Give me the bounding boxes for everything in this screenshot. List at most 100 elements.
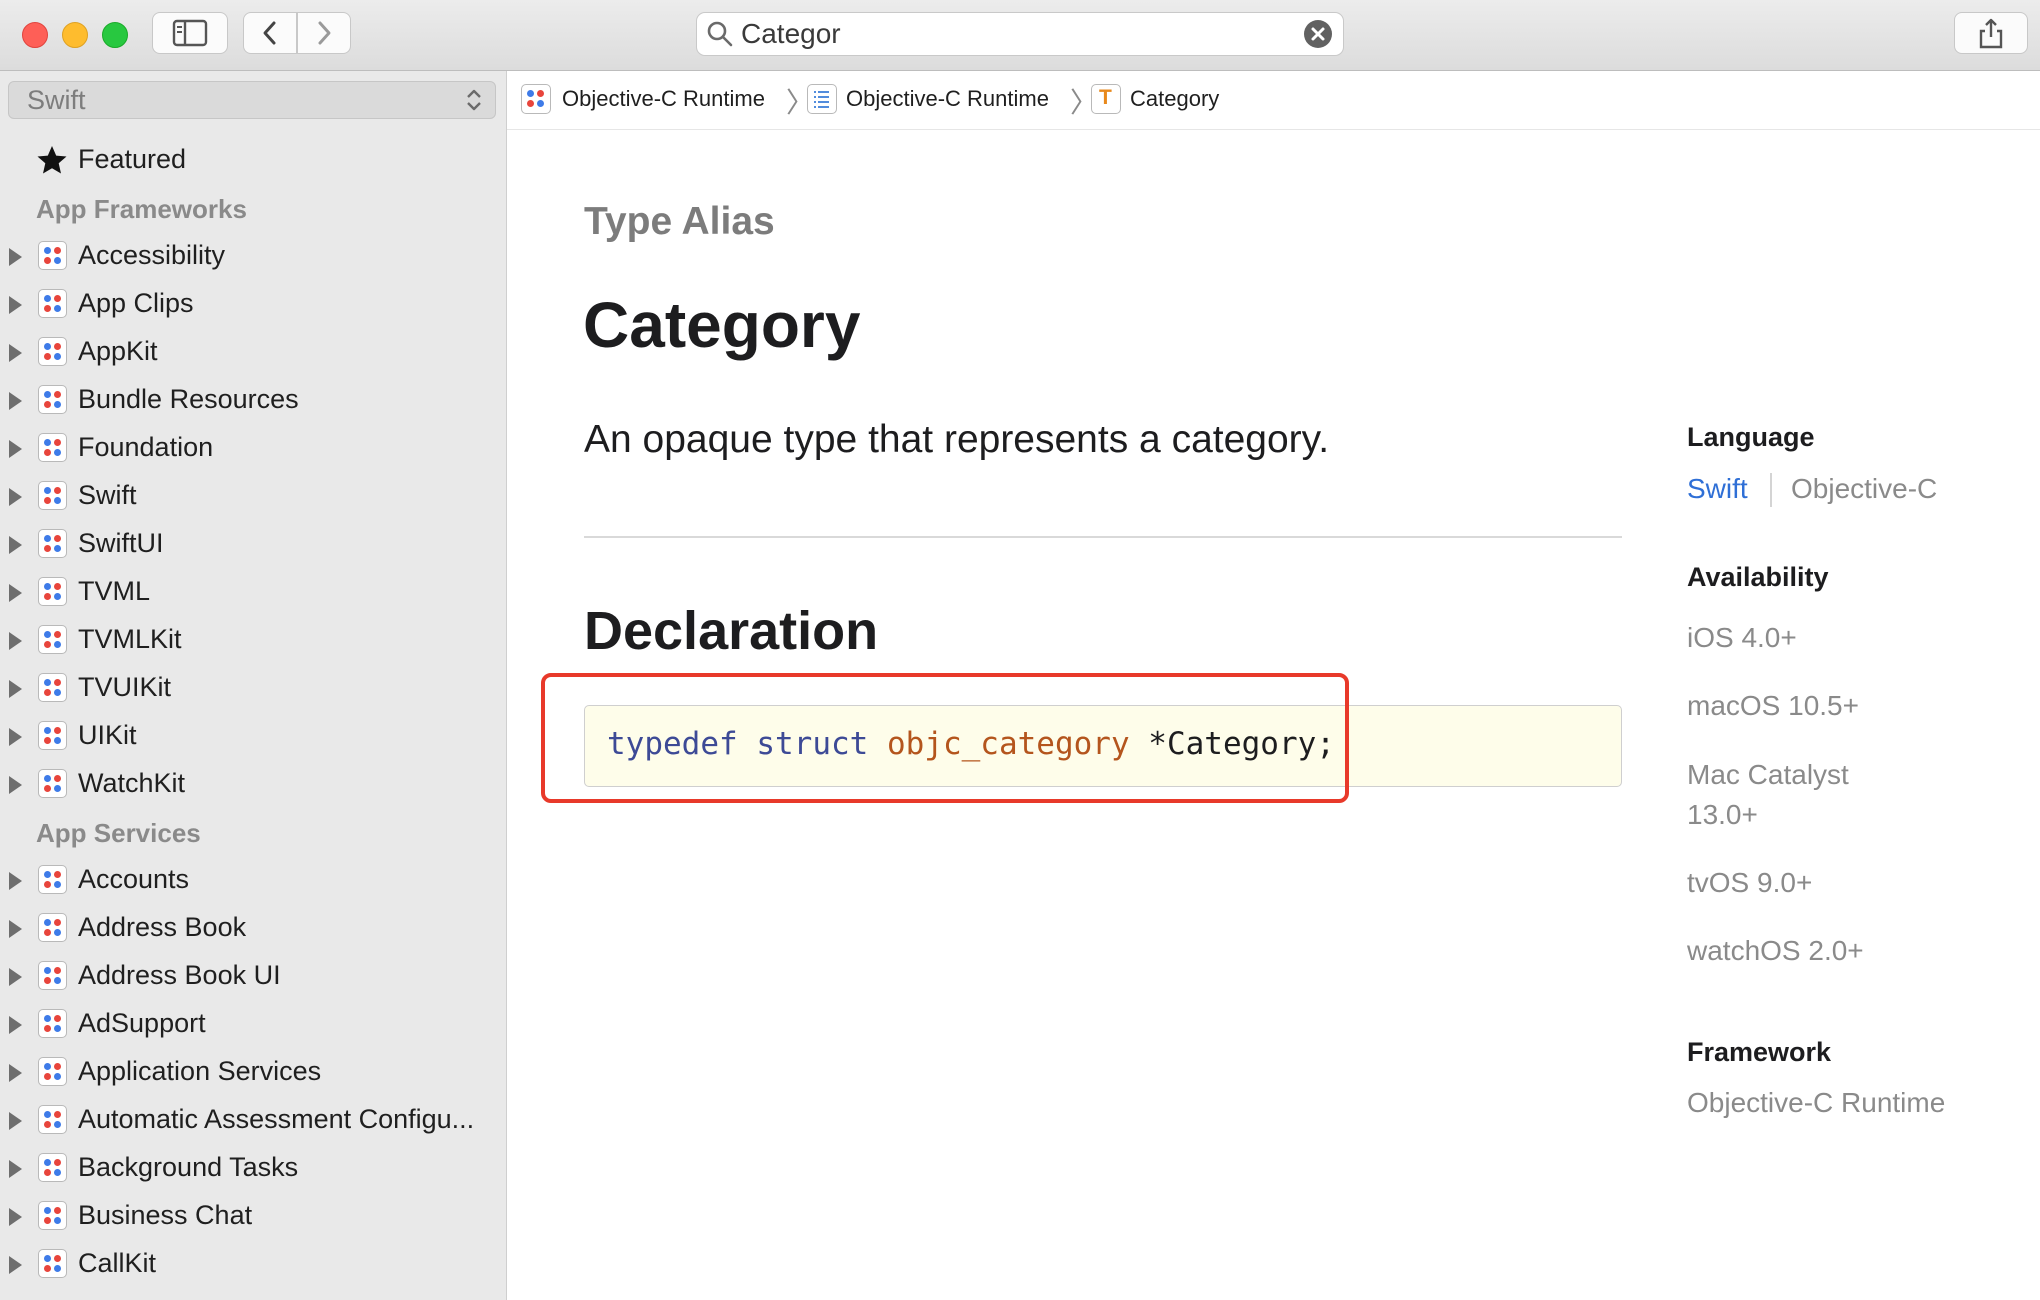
framework-icon xyxy=(38,1153,67,1182)
framework-icon xyxy=(38,721,67,750)
sidebar-item-business-chat[interactable]: Business Chat xyxy=(0,1192,506,1240)
disclosure-triangle-icon[interactable] xyxy=(9,440,22,458)
language-selector[interactable]: Swift xyxy=(8,81,496,119)
disclosure-triangle-icon[interactable] xyxy=(9,1208,22,1226)
sidebar-item-label: Accounts xyxy=(78,864,190,894)
disclosure-triangle-icon[interactable] xyxy=(9,248,22,266)
sidebar-item-adsupport[interactable]: AdSupport xyxy=(0,1000,506,1048)
disclosure-triangle-icon[interactable] xyxy=(9,1256,22,1274)
sidebar-item-tvuikit[interactable]: TVUIKit xyxy=(0,664,506,712)
back-button[interactable] xyxy=(243,12,297,54)
language-selector-value: Swift xyxy=(27,85,86,115)
availability-heading: Availability xyxy=(1687,562,1829,592)
share-button[interactable] xyxy=(1954,12,2028,54)
annotation-highlight-box xyxy=(541,673,1349,803)
sidebar-item-tvmlkit[interactable]: TVMLKit xyxy=(0,616,506,664)
toggle-sidebar-button[interactable] xyxy=(152,12,228,54)
sidebar-item-label: AdSupport xyxy=(78,1008,206,1038)
symbol-kind-eyebrow: Type Alias xyxy=(584,200,775,243)
framework-value[interactable]: Objective-C Runtime xyxy=(1687,1087,1945,1119)
language-objc-link[interactable]: Objective-C xyxy=(1791,473,1937,505)
sidebar-item-accessibility[interactable]: Accessibility xyxy=(0,232,506,280)
disclosure-triangle-icon[interactable] xyxy=(9,296,22,314)
disclosure-triangle-icon[interactable] xyxy=(9,776,22,794)
framework-icon xyxy=(521,84,551,114)
disclosure-triangle-icon[interactable] xyxy=(9,488,22,506)
framework-icon xyxy=(38,241,67,270)
framework-icon xyxy=(38,865,67,894)
availability-ios: iOS 4.0+ xyxy=(1687,622,1797,653)
disclosure-triangle-icon[interactable] xyxy=(9,344,22,362)
framework-icon xyxy=(38,577,67,606)
disclosure-triangle-icon[interactable] xyxy=(9,1112,22,1130)
sidebar-item-bundle-resources[interactable]: Bundle Resources xyxy=(0,376,506,424)
sidebar-item-automatic-assessment-configu[interactable]: Automatic Assessment Configu... xyxy=(0,1096,506,1144)
breadcrumb-item-group[interactable]: Objective-C Runtime xyxy=(846,86,1049,112)
framework-icon xyxy=(38,1009,67,1038)
sidebar-item-swift[interactable]: Swift xyxy=(0,472,506,520)
zoom-window-button[interactable] xyxy=(102,22,128,48)
breadcrumb-item-framework[interactable]: Objective-C Runtime xyxy=(562,86,765,112)
sidebar-item-uikit[interactable]: UIKit xyxy=(0,712,506,760)
availability-mac-catalyst: Mac Catalyst xyxy=(1687,759,1849,790)
language-swift-link[interactable]: Swift xyxy=(1687,473,1748,505)
sidebar-item-accounts[interactable]: Accounts xyxy=(0,856,506,904)
framework-icon xyxy=(38,1201,67,1230)
sidebar-item-label: CallKit xyxy=(78,1248,157,1278)
search-icon xyxy=(707,21,733,47)
sidebar-item-address-book-ui[interactable]: Address Book UI xyxy=(0,952,506,1000)
sidebar-item-tvml[interactable]: TVML xyxy=(0,568,506,616)
list-icon xyxy=(807,84,837,114)
share-icon xyxy=(1979,18,2003,49)
sidebar-item-label: Foundation xyxy=(78,432,214,462)
disclosure-triangle-icon[interactable] xyxy=(9,584,22,602)
search-field[interactable] xyxy=(696,12,1344,56)
minimize-window-button[interactable] xyxy=(62,22,88,48)
disclosure-triangle-icon[interactable] xyxy=(9,680,22,698)
disclosure-triangle-icon[interactable] xyxy=(9,536,22,554)
disclosure-triangle-icon[interactable] xyxy=(9,872,22,890)
forward-button[interactable] xyxy=(297,12,351,54)
disclosure-triangle-icon[interactable] xyxy=(9,920,22,938)
sidebar-item-application-services[interactable]: Application Services xyxy=(0,1048,506,1096)
sidebar-item-foundation[interactable]: Foundation xyxy=(0,424,506,472)
search-input[interactable] xyxy=(741,19,1281,49)
availability-tvos: tvOS 9.0+ xyxy=(1687,867,1813,898)
window-toolbar xyxy=(0,0,2040,71)
sidebar-item-swiftui[interactable]: SwiftUI xyxy=(0,520,506,568)
sidebar-item-address-book[interactable]: Address Book xyxy=(0,904,506,952)
type-alias-icon-letter: T xyxy=(1099,86,1112,109)
disclosure-triangle-icon[interactable] xyxy=(9,728,22,746)
framework-icon xyxy=(38,961,67,990)
sidebar-item-label: UIKit xyxy=(78,720,137,750)
sidebar-section-heading: App Services xyxy=(36,818,201,848)
disclosure-triangle-icon[interactable] xyxy=(9,968,22,986)
sidebar-item-app-clips[interactable]: App Clips xyxy=(0,280,506,328)
sidebar-item-label: Accessibility xyxy=(78,240,226,270)
disclosure-triangle-icon[interactable] xyxy=(9,1160,22,1178)
framework-icon xyxy=(38,913,67,942)
sidebar-item-label: Application Services xyxy=(78,1056,322,1086)
disclosure-triangle-icon[interactable] xyxy=(9,1064,22,1082)
close-window-button[interactable] xyxy=(22,22,48,48)
disclosure-triangle-icon[interactable] xyxy=(9,1016,22,1034)
language-heading: Language xyxy=(1687,422,1815,452)
disclosure-triangle-icon[interactable] xyxy=(9,632,22,650)
availability-mac-catalyst-version: 13.0+ xyxy=(1687,799,1758,830)
clear-search-icon[interactable] xyxy=(1303,19,1333,49)
sidebar-item-background-tasks[interactable]: Background Tasks xyxy=(0,1144,506,1192)
sidebar-item-callkit[interactable]: CallKit xyxy=(0,1240,506,1288)
sidebar-item-watchkit[interactable]: WatchKit xyxy=(0,760,506,808)
sidebar-item-label: SwiftUI xyxy=(78,528,164,558)
sidebar-item-appkit[interactable]: AppKit xyxy=(0,328,506,376)
abstract-text: An opaque type that represents a categor… xyxy=(584,418,1330,461)
framework-icon xyxy=(38,481,67,510)
framework-icon xyxy=(38,1105,67,1134)
framework-icon xyxy=(38,337,67,366)
chevron-up-down-icon xyxy=(467,89,481,111)
sidebar-item-featured[interactable]: Featured xyxy=(0,136,506,184)
sidebar-item-label: Business Chat xyxy=(78,1200,253,1230)
disclosure-triangle-icon[interactable] xyxy=(9,392,22,410)
availability-macos: macOS 10.5+ xyxy=(1687,690,1859,721)
framework-icon xyxy=(38,1249,67,1278)
